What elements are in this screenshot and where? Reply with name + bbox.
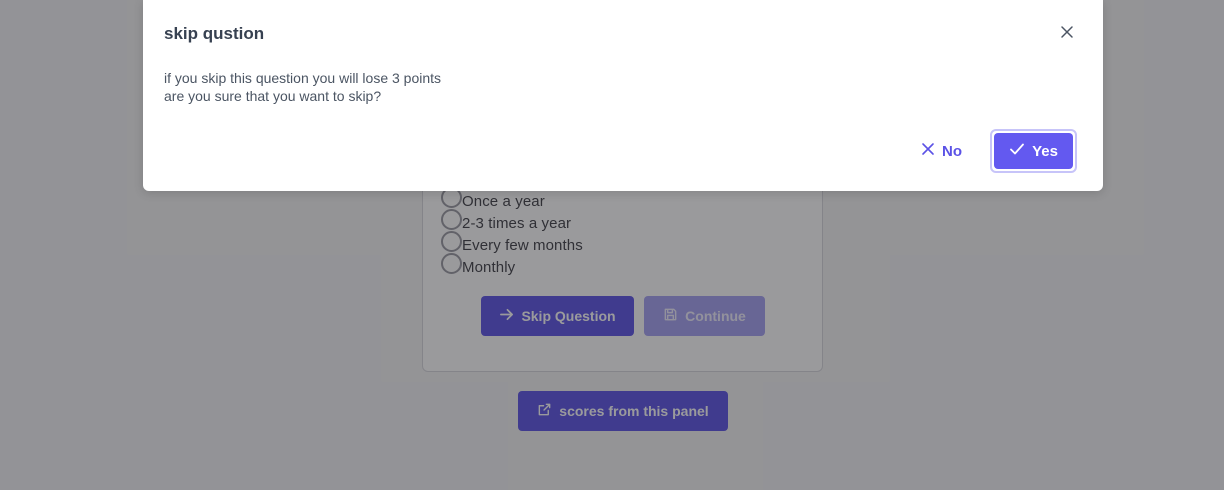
close-button[interactable]: [1057, 24, 1077, 44]
dialog-message: if you skip this question you will lose …: [164, 69, 441, 105]
yes-label: Yes: [1032, 142, 1058, 160]
close-icon: [1060, 25, 1074, 44]
close-icon: [921, 142, 935, 160]
yes-button[interactable]: Yes: [990, 129, 1077, 173]
skip-dialog: skip qustion if you skip this question y…: [143, 0, 1103, 191]
message-line: are you sure that you want to skip?: [164, 88, 382, 104]
no-label: No: [942, 142, 962, 160]
no-button[interactable]: No: [921, 133, 973, 169]
dialog-title: skip qustion: [164, 24, 265, 43]
check-icon: [1009, 141, 1025, 161]
yes-button-body[interactable]: Yes: [994, 133, 1073, 169]
page: Once a year 2-3 times a year Every few m…: [0, 0, 1224, 490]
message-line: if you skip this question you will lose …: [164, 70, 442, 86]
